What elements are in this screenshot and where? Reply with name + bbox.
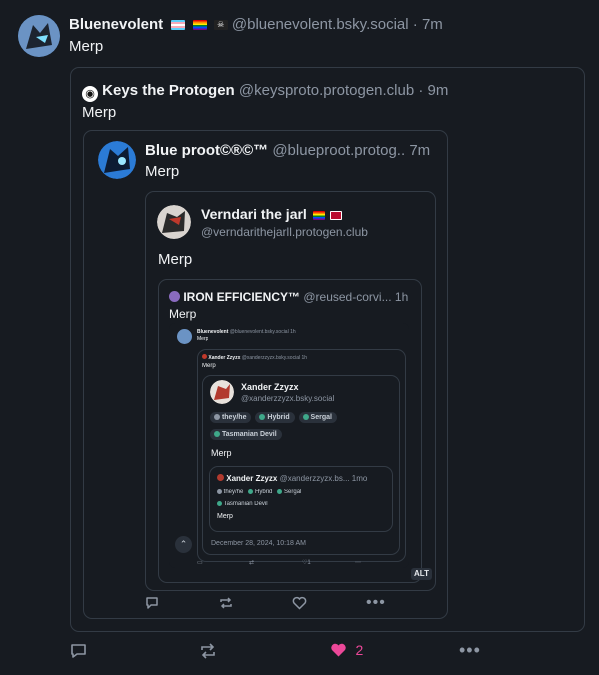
tag-dot-icon (217, 501, 222, 506)
tag-dot-icon (214, 431, 220, 438)
author-handle[interactable]: @keysproto.protogen.club (239, 82, 414, 99)
profile-tags-2: Tasmanian Devil (210, 429, 286, 440)
author-name[interactable]: IRON EFFICIENCY™ (183, 290, 300, 304)
post-time: 1h (301, 355, 308, 361)
heart-icon (331, 643, 346, 657)
tag-species: Hybrid (248, 489, 272, 495)
avatar (202, 354, 207, 359)
quote4-text: Merp (169, 307, 197, 321)
mini-quote-header: Xander Zzyzx @xanderzzyzx.bsky.social 1h (202, 354, 307, 361)
post-time[interactable]: 7m (422, 16, 443, 33)
author-name[interactable]: Verndari the jarl (201, 206, 307, 222)
tag-dot-icon (248, 489, 254, 494)
tag-pronoun: they/he (217, 489, 243, 495)
author-name: Xander Zzyzx (226, 474, 278, 483)
profile-name: Xander Zzyzx (241, 382, 299, 392)
tag-species: Sergal (298, 412, 337, 423)
author-handle: @bluenevolent.bsky.social (229, 329, 289, 335)
author-name[interactable]: Blue proot©®©™ (145, 142, 268, 159)
post-text: Merp (69, 38, 104, 55)
author-handle[interactable]: @verndarithejarll.protogen.club (201, 225, 368, 239)
like-button[interactable]: 2 (330, 642, 363, 660)
heart-icon[interactable] (292, 596, 307, 610)
mini-inner-text: Merp (217, 513, 233, 520)
repost-arrows-icon[interactable] (218, 596, 234, 610)
quote4-header: IRON EFFICIENCY™ @reused-corvi... 1h (169, 290, 414, 304)
avatar (217, 474, 224, 481)
profile-handle: @xanderzzyzx.bsky.social (241, 394, 335, 403)
avatar[interactable] (157, 205, 191, 239)
avatar[interactable] (169, 291, 180, 302)
avatar[interactable] (98, 141, 136, 179)
trans-flag-icon (171, 20, 186, 31)
norway-flag-icon (329, 210, 342, 220)
quote2-text: Merp (145, 163, 180, 180)
avatar (177, 329, 192, 344)
post-date: December 28, 2024, 10:18 AM (211, 540, 306, 547)
author-name: Bluenevolent (197, 329, 229, 335)
ellipsis-icon[interactable]: ••• (366, 594, 386, 612)
author-handle[interactable]: @bluenevolent.bsky.social (232, 16, 409, 33)
ellipsis-icon[interactable]: ••• (459, 640, 481, 661)
pirate-flag-icon: ☠ (213, 20, 228, 31)
tag-dot-icon (302, 414, 309, 421)
author-handle: @xanderzzyzx.bsky.social (241, 355, 301, 361)
mini-post-text: Merp (197, 336, 209, 342)
quote2-header: Blue proot©®©™ @blueproot.protog.. 7m (145, 142, 435, 159)
author-handle[interactable]: @reused-corvi... (303, 290, 391, 304)
author-name[interactable]: Keys the Protogen (102, 82, 235, 99)
tag-species: Hybrid (255, 412, 295, 423)
repost-arrows-icon: ⇄ (249, 560, 255, 566)
mini-inner-tags: they/he Hybrid Sergal (217, 489, 301, 495)
tag-species: Tasmanian Devil (223, 501, 268, 508)
like-count: 2 (355, 642, 364, 658)
author-name[interactable]: Bluenevolent (69, 16, 163, 33)
profile-text: Merp (211, 448, 232, 458)
post-time: 1mo (351, 474, 368, 483)
avatar (210, 380, 234, 404)
author-handle: @xanderzzyzx.bs... (279, 474, 350, 483)
author-name: Xander Zzyzx (208, 355, 241, 361)
tag-species: Sergal (277, 489, 301, 495)
author-handle[interactable]: @blueproot.protog.. (272, 142, 405, 159)
chevron-up-icon: ⌃ (175, 536, 192, 553)
tag-dot-icon (259, 414, 266, 421)
post-time: 1h (290, 329, 296, 335)
speech-bubble-icon[interactable] (145, 596, 159, 610)
profile-tags: they/he Hybrid Sergal (210, 412, 395, 423)
quote3-text: Merp (158, 251, 193, 268)
tag-dot-icon (214, 414, 220, 421)
mini-post-header: Bluenevolent @bluenevolent.bsky.social 1… (197, 329, 296, 335)
ellipsis-icon: ⋯ (355, 560, 361, 566)
tag-dot-icon (277, 489, 283, 494)
rainbow-flag-icon (312, 210, 325, 220)
post-time[interactable]: 7m (409, 142, 430, 159)
mini-inner-tags-2: Tasmanian Devil (217, 501, 268, 507)
tag-pronoun: they/he (210, 412, 252, 423)
post-header: Bluenevolent ☠ @bluenevolent.bsky.social… (69, 16, 443, 33)
quote1-header: ◉ Keys the Protogen @keysproto.protogen.… (82, 82, 448, 102)
heart-icon: ♡1 (302, 560, 311, 566)
alt-badge[interactable]: ALT (411, 568, 432, 580)
post-time[interactable]: 1h (395, 290, 408, 304)
mini-inner-header: Xander Zzyzx @xanderzzyzx.bs... 1mo (217, 474, 387, 483)
avatar[interactable] (18, 15, 60, 57)
mini-quote-text: Merp (202, 363, 216, 369)
post-time[interactable]: 9m (428, 82, 449, 99)
embedded-screenshot-image[interactable]: Bluenevolent @bluenevolent.bsky.social 1… (169, 323, 409, 568)
quote1-text: Merp (82, 104, 117, 121)
speech-bubble-icon[interactable] (70, 643, 87, 659)
repost-arrows-icon[interactable] (199, 643, 217, 659)
quote3-header: Verndari the jarl (201, 206, 342, 222)
mini-actions: ▭ ⇄ ♡1 ⋯ (197, 559, 367, 567)
tag-dot-icon (217, 489, 222, 494)
separator-dot: · (418, 82, 424, 99)
rainbow-flag-icon (192, 20, 207, 31)
protogen-avatar-icon: ◉ (82, 86, 98, 102)
separator-dot: · (412, 16, 418, 33)
tag-species: Tasmanian Devil (210, 429, 282, 440)
speech-bubble-icon: ▭ (197, 560, 203, 566)
